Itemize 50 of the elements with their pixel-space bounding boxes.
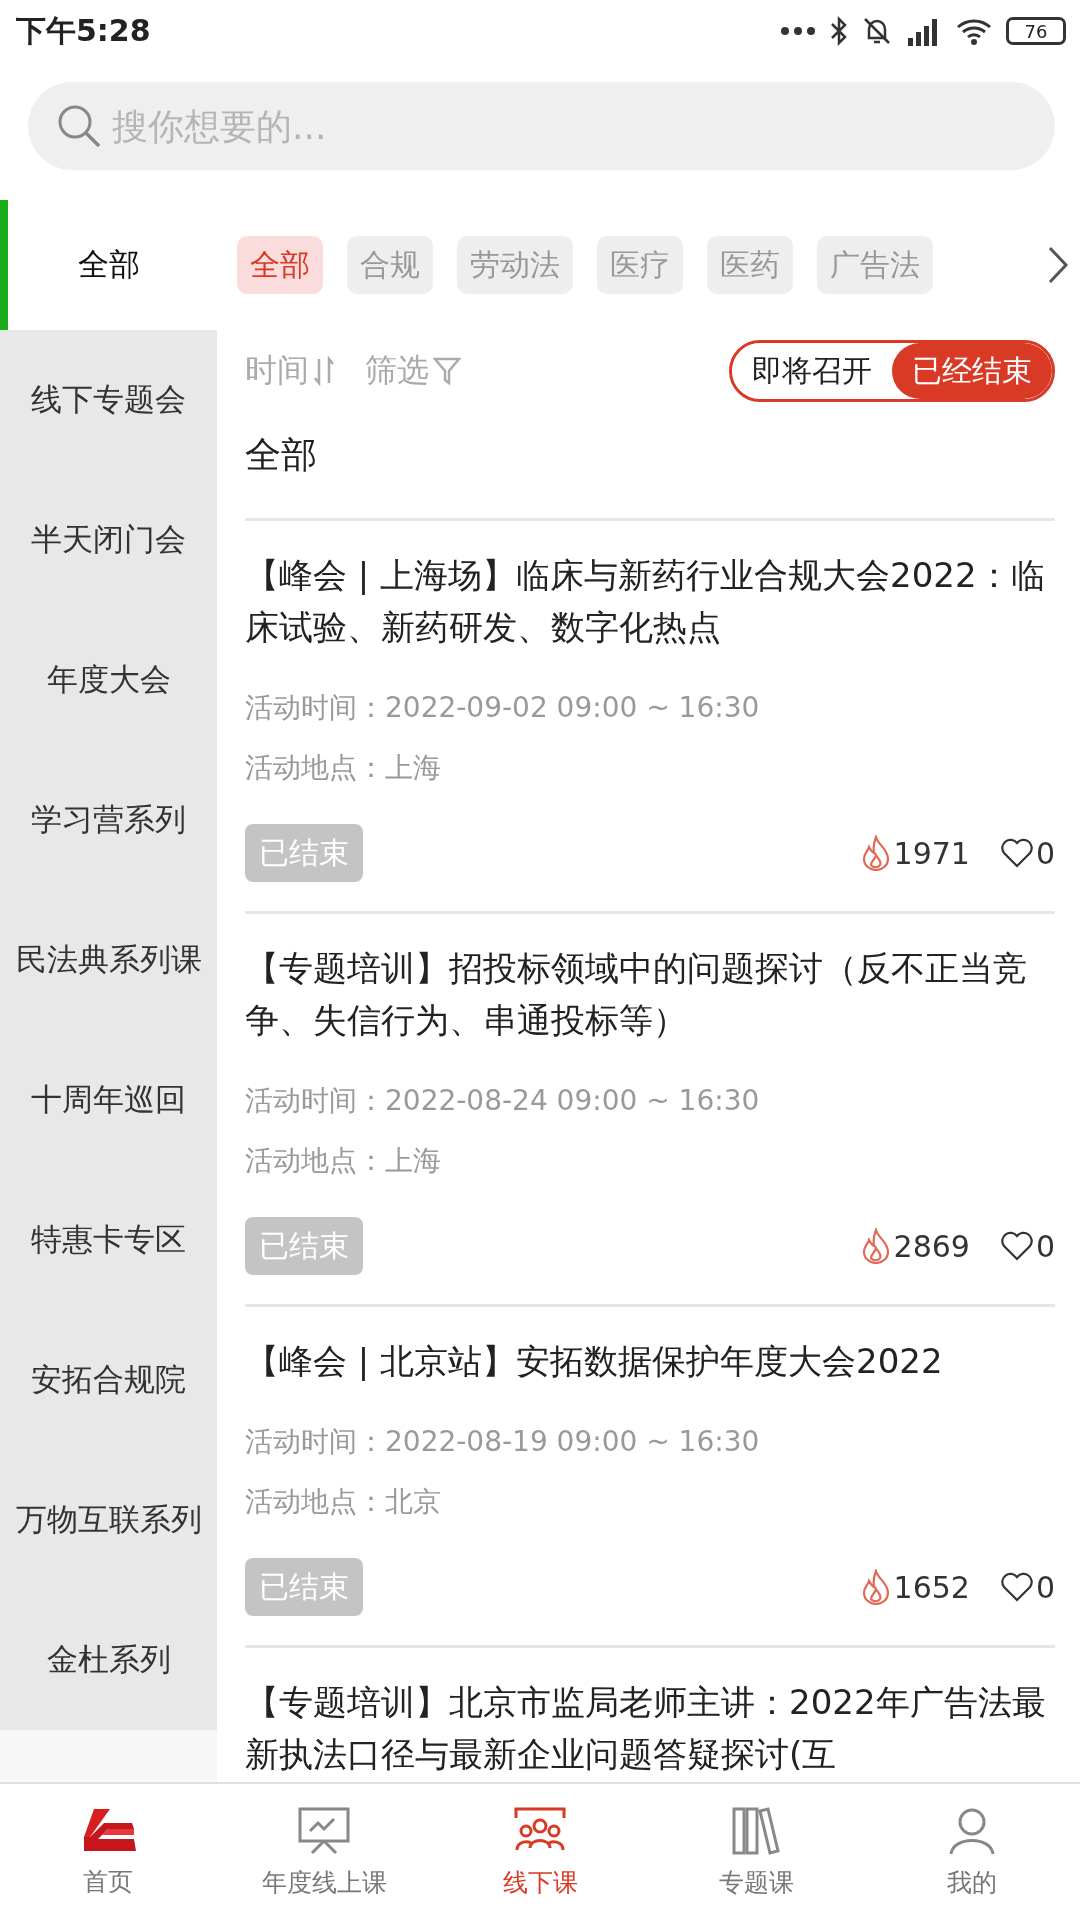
event-time: 活动时间：2022-08-19 09:00 ~ 16:30 — [245, 1424, 761, 1460]
wifi-icon — [956, 17, 992, 45]
category-item[interactable]: 全部 — [0, 200, 217, 330]
like-count: 0 — [1035, 1569, 1055, 1605]
status-tag: 已结束 — [245, 1217, 363, 1275]
more-icon — [780, 26, 816, 36]
heart-icon[interactable] — [999, 838, 1034, 868]
event-location: 活动地点：上海 — [245, 750, 442, 786]
event-title[interactable]: 【专题培训】招投标领域中的问题探讨（反不正当竞争、失信行为、串通投标等） — [245, 942, 1055, 1046]
like-count: 0 — [1035, 835, 1055, 871]
books-icon — [731, 1805, 781, 1856]
category-item[interactable]: 安拓合规院 — [0, 1310, 217, 1450]
category-item[interactable]: 年度大会 — [0, 610, 217, 750]
search-input[interactable]: 搜你想要的... — [110, 104, 1055, 148]
category-item[interactable]: 线下专题会 — [0, 330, 217, 470]
event-title[interactable]: 【专题培训】北京市监局老师主讲：2022年广告法最新执法口径与最新企业问题答疑探讨(互 — [245, 1676, 1055, 1780]
category-item[interactable]: 十周年巡回 — [0, 1030, 217, 1170]
heart-icon[interactable] — [999, 1572, 1034, 1602]
battery-indicator: 76 — [1006, 17, 1066, 45]
filter-icon — [433, 356, 461, 386]
sort-icon — [313, 356, 335, 386]
section-title: 全部 — [245, 432, 318, 477]
event-time: 活动时间：2022-09-02 09:00 ~ 16:30 — [245, 690, 761, 726]
view-count: 1652 — [893, 1569, 970, 1605]
category-item[interactable]: 半天闭门会 — [0, 470, 217, 610]
status-tag: 已结束 — [245, 824, 363, 882]
status-tab[interactable]: 已经结束 — [892, 343, 1052, 399]
presentation-icon — [297, 1805, 351, 1856]
status-time: 下午5:28 — [16, 11, 151, 50]
bluetooth-icon — [830, 16, 848, 46]
event-title[interactable]: 【峰会 | 北京站】安拓数据保护年度大会2022 — [245, 1335, 1055, 1387]
status-tag: 已结束 — [245, 1558, 363, 1616]
event-location: 活动地点：上海 — [245, 1143, 442, 1179]
view-count: 2869 — [893, 1228, 970, 1264]
category-item[interactable]: 万物互联系列 — [0, 1450, 217, 1590]
heart-icon[interactable] — [999, 1231, 1034, 1261]
category-item[interactable]: 学习营系列 — [0, 750, 217, 890]
search-field[interactable]: 搜你想要的... — [28, 82, 1055, 170]
event-location: 活动地点：北京 — [245, 1484, 442, 1520]
view-count: 1971 — [893, 835, 970, 871]
category-item[interactable]: 金杜系列 — [0, 1590, 217, 1730]
search-icon — [56, 103, 102, 149]
chevron-right-icon[interactable] — [1046, 245, 1070, 285]
category-item[interactable]: 特惠卡专区 — [0, 1170, 217, 1310]
category-item[interactable]: 民法典系列课 — [0, 890, 217, 1030]
event-time: 活动时间：2022-08-24 09:00 ~ 16:30 — [245, 1083, 761, 1119]
like-count: 0 — [1035, 1228, 1055, 1264]
filter-chip[interactable]: 全部 — [237, 236, 323, 294]
muted-bell-icon — [862, 16, 892, 46]
event-title[interactable]: 【峰会 | 上海场】临床与新药行业合规大会2022：临床试验、新药研发、数字化热点 — [245, 549, 1055, 653]
